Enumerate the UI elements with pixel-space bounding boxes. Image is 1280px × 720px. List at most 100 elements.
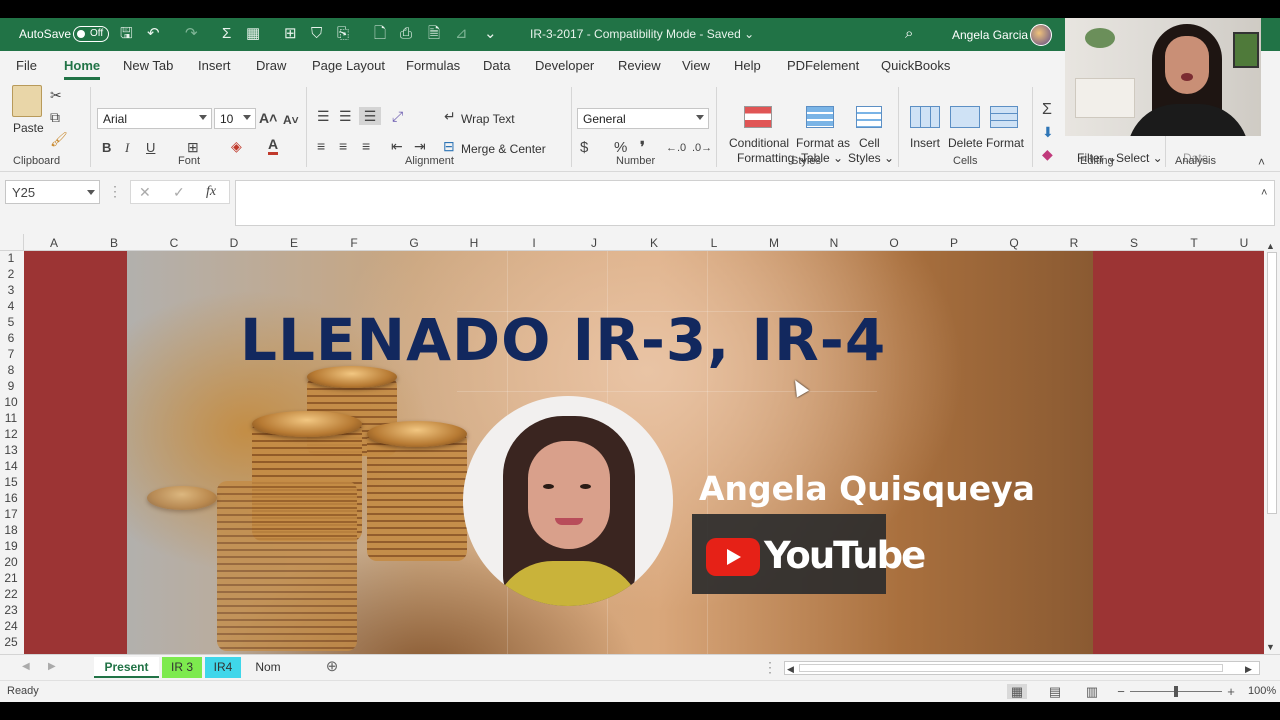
tab-draw[interactable]: Draw	[256, 58, 286, 73]
row-header[interactable]: 17	[0, 507, 22, 521]
tab-developer[interactable]: Developer	[535, 58, 594, 73]
wrap-text-button[interactable]: Wrap Text	[461, 112, 515, 126]
autosum-icon[interactable]: Σ	[222, 24, 231, 44]
format-as-table-icon[interactable]	[806, 106, 834, 128]
paste-special-icon[interactable]: ⎘	[337, 24, 349, 44]
align-top-icon[interactable]: ☰	[317, 107, 330, 125]
row-header[interactable]: 13	[0, 443, 22, 457]
column-header[interactable]: O	[864, 236, 924, 250]
tab-home[interactable]: Home	[64, 58, 101, 80]
cut-icon[interactable]: ✂	[50, 86, 62, 104]
insert-cells-button[interactable]: Insert	[910, 136, 940, 150]
merge-center-icon[interactable]: ⊟	[443, 137, 455, 155]
row-header[interactable]: 25	[0, 635, 22, 649]
align-middle-icon[interactable]: ☰	[339, 107, 352, 125]
format-painter-icon[interactable]: 🖌	[50, 130, 68, 148]
tab-quickbooks[interactable]: QuickBooks	[881, 58, 950, 73]
column-header[interactable]: F	[324, 236, 384, 250]
column-header[interactable]: N	[804, 236, 864, 250]
user-name[interactable]: Angela Garcia	[952, 28, 1028, 42]
select-all-corner[interactable]	[0, 234, 24, 251]
vertical-scrollbar[interactable]: ▲ ▼	[1264, 234, 1280, 654]
zoom-out-icon[interactable]: −	[1111, 684, 1131, 699]
horizontal-scrollbar[interactable]: ◀ ▶	[784, 661, 1260, 675]
autosave-toggle[interactable]: Off	[73, 26, 109, 42]
new-doc-icon[interactable]: 🗋	[374, 24, 386, 44]
row-header[interactable]: 18	[0, 523, 22, 537]
name-box[interactable]: Y25	[5, 180, 100, 204]
formula-input[interactable]	[235, 180, 1275, 226]
normal-view-icon[interactable]: ▦	[1007, 684, 1027, 699]
fill-icon[interactable]: ⬇	[1042, 123, 1054, 141]
format-as-table-label[interactable]: Format as	[796, 136, 850, 150]
column-header[interactable]: A	[24, 236, 84, 250]
page-layout-view-icon[interactable]: ▤	[1045, 684, 1065, 699]
italic-button[interactable]: I	[125, 139, 129, 157]
save-icon[interactable]: 🖫	[120, 24, 133, 44]
column-header[interactable]: K	[624, 236, 684, 250]
tab-data[interactable]: Data	[483, 58, 510, 73]
paste-icon[interactable]	[12, 85, 42, 117]
column-header[interactable]: P	[924, 236, 984, 250]
delete-cells-icon[interactable]	[950, 106, 980, 128]
decrease-indent-icon[interactable]: ⇤	[391, 137, 403, 155]
row-header[interactable]: 7	[0, 347, 22, 361]
align-right-icon[interactable]: ≡	[362, 137, 370, 155]
next-sheet-icon[interactable]: ▶	[48, 658, 56, 676]
underline-button[interactable]: U	[146, 139, 155, 157]
cancel-icon[interactable]: ✕	[139, 183, 151, 201]
number-format-select[interactable]: General	[577, 108, 709, 129]
cell-styles-label-2[interactable]: Styles ⌄	[848, 151, 894, 165]
column-header[interactable]: D	[204, 236, 264, 250]
preview-icon[interactable]: 🗎	[428, 24, 440, 44]
row-header[interactable]: 3	[0, 283, 22, 297]
conditional-formatting-label[interactable]: Conditional	[729, 136, 789, 150]
sheet-tab-ir4[interactable]: IR4	[205, 657, 241, 678]
column-header[interactable]: E	[264, 236, 324, 250]
delete-cells-button[interactable]: Delete	[948, 136, 983, 150]
font-color-icon[interactable]: A	[268, 137, 279, 155]
collapse-ribbon-icon[interactable]: ˄	[1258, 153, 1265, 171]
worksheet-grid[interactable]: LLENADO IR-3, IR-4 Angela Quisqueya YouT…	[24, 251, 1264, 654]
row-header[interactable]: 9	[0, 379, 22, 393]
clear-icon[interactable]: ◆	[1042, 145, 1053, 163]
scroll-left-icon[interactable]: ◀	[787, 660, 794, 678]
scroll-right-icon[interactable]: ▶	[1245, 660, 1252, 678]
row-header[interactable]: 6	[0, 331, 22, 345]
search-icon[interactable]: ⌕	[905, 25, 913, 42]
row-header[interactable]: 14	[0, 459, 22, 473]
tab-view[interactable]: View	[682, 58, 710, 73]
row-header[interactable]: 10	[0, 395, 22, 409]
row-header[interactable]: 2	[0, 267, 22, 281]
sheet-tab-nom[interactable]: Nom	[244, 657, 292, 678]
sheet-tab-present[interactable]: Present	[94, 657, 159, 678]
print-icon[interactable]: ⎙	[400, 24, 412, 44]
row-header[interactable]: 1	[0, 251, 22, 265]
increase-font-icon[interactable]: A˄	[259, 109, 277, 127]
tab-file[interactable]: File	[16, 58, 37, 73]
find-select-button[interactable]: Select ⌄	[1116, 151, 1163, 165]
expand-formula-bar-icon[interactable]: ˄	[1261, 184, 1267, 202]
tab-new-tab[interactable]: New Tab	[123, 58, 173, 73]
increase-decimal-icon[interactable]: ←.0	[666, 139, 686, 157]
undo-icon[interactable]: ↶	[147, 24, 160, 44]
column-header[interactable]: B	[84, 236, 144, 250]
copy-icon[interactable]: ⧉	[50, 108, 60, 126]
row-header[interactable]: 19	[0, 539, 22, 553]
column-header[interactable]: S	[1104, 236, 1164, 250]
tab-page-layout[interactable]: Page Layout	[312, 58, 385, 73]
column-header[interactable]: Q	[984, 236, 1044, 250]
format-cells-icon[interactable]	[990, 106, 1018, 128]
page-break-view-icon[interactable]: ▥	[1082, 684, 1102, 699]
wrap-text-icon[interactable]: ↵	[444, 107, 456, 125]
column-header[interactable]: J	[564, 236, 624, 250]
row-header[interactable]: 5	[0, 315, 22, 329]
row-header[interactable]: 24	[0, 619, 22, 633]
row-header[interactable]: 20	[0, 555, 22, 569]
zoom-level[interactable]: 100%	[1248, 685, 1276, 697]
decrease-decimal-icon[interactable]: .0→	[692, 139, 712, 157]
decrease-font-icon[interactable]: A˅	[283, 111, 299, 129]
orientation-icon[interactable]: ⤢	[392, 107, 403, 125]
align-center-icon[interactable]: ≡	[339, 137, 347, 155]
fill-color-icon[interactable]: ◈	[231, 137, 242, 155]
